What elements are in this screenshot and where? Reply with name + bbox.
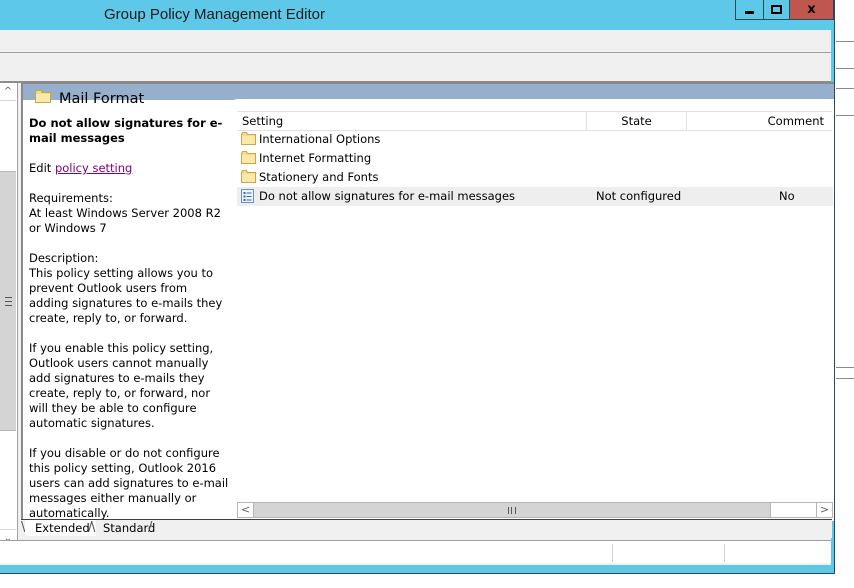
scroll-right-button[interactable]: > <box>816 503 832 517</box>
table-row[interactable]: Internet Formatting <box>237 149 833 168</box>
description-label: Description: <box>29 251 99 265</box>
edit-prefix: Edit <box>29 161 55 175</box>
status-divider <box>724 544 725 562</box>
maximize-icon <box>771 5 782 14</box>
pane-header <box>23 84 834 100</box>
row-state: Not configured <box>596 189 682 203</box>
table-row[interactable]: Do not allow signatures for e-mail messa… <box>237 187 833 206</box>
scroll-left-button[interactable]: < <box>238 503 254 517</box>
title-bar[interactable]: Group Policy Management Editor x <box>0 0 834 30</box>
details-pane: Mail Format Do not allow signatures for … <box>21 82 834 521</box>
status-divider <box>612 544 613 562</box>
background-divider <box>836 88 854 89</box>
close-icon: x <box>807 2 816 17</box>
column-header-state[interactable]: State <box>587 112 687 130</box>
scroll-thumb[interactable] <box>254 503 771 517</box>
minimize-icon <box>745 11 754 14</box>
column-header-setting[interactable]: Setting <box>237 112 587 130</box>
table-header: Setting State Comment <box>237 111 832 131</box>
policy-setting-icon <box>241 189 254 209</box>
row-name: Stationery and Fonts <box>259 170 379 184</box>
background-divider <box>836 378 854 379</box>
list-horizontal-scrollbar[interactable]: < > <box>237 502 833 518</box>
pane-title: Mail Format <box>59 91 145 107</box>
maximize-button[interactable] <box>763 0 790 20</box>
scroll-up-button[interactable]: ^ <box>0 83 16 101</box>
minimize-button[interactable] <box>735 0 764 20</box>
table-row[interactable]: International Options <box>237 130 833 149</box>
column-header-comment[interactable]: Comment <box>687 112 832 130</box>
app-window: Group Policy Management Editor x ^ ⌄ Mai… <box>0 0 835 574</box>
row-comment: No <box>779 189 795 203</box>
policy-title: Do not allow signatures for e-mail messa… <box>29 116 223 145</box>
background-divider <box>836 115 854 116</box>
tab-edge: / <box>148 520 153 535</box>
grip-icon <box>508 506 516 514</box>
edit-policy-line: Edit policy setting <box>29 161 229 176</box>
grip-icon <box>4 296 12 306</box>
tab-extended[interactable]: Extended <box>25 520 96 536</box>
requirements-text: At least Windows Server 2008 R2 or Windo… <box>29 206 221 235</box>
menu-bar <box>0 30 831 53</box>
scroll-thumb[interactable] <box>0 171 16 431</box>
tree-vertical-scrollbar[interactable]: ^ ⌄ <box>0 83 17 547</box>
description-block: Description: This policy setting allows y… <box>29 251 229 326</box>
description-paragraph: If you enable this policy setting, Outlo… <box>29 341 214 430</box>
background-divider <box>836 367 854 368</box>
background-divider <box>836 68 854 69</box>
desktop-background-bottom <box>0 574 854 588</box>
window-title: Group Policy Management Editor <box>104 6 325 23</box>
background-divider <box>836 41 854 42</box>
toolbar <box>0 53 831 83</box>
requirements: Requirements: At least Windows Server 200… <box>29 191 229 236</box>
requirements-label: Requirements: <box>29 191 113 205</box>
close-button[interactable]: x <box>789 0 834 20</box>
description-paragraph: This policy setting allows you to preven… <box>29 266 223 325</box>
folder-icon <box>35 90 51 106</box>
table-row[interactable]: Stationery and Fonts <box>237 168 833 187</box>
status-bar <box>0 540 831 563</box>
row-name: Do not allow signatures for e-mail messa… <box>259 189 516 203</box>
view-tabs: \ Extended / \ Standard / <box>21 519 832 538</box>
row-name: International Options <box>259 132 381 146</box>
row-name: Internet Formatting <box>259 151 372 165</box>
client-area: ^ ⌄ Mail Format Do not allow signatures … <box>0 30 834 565</box>
extended-description: Do not allow signatures for e-mail messa… <box>29 116 229 536</box>
description-paragraph: If you disable or do not configure this … <box>29 446 229 520</box>
edit-policy-link[interactable]: policy setting <box>55 161 132 175</box>
